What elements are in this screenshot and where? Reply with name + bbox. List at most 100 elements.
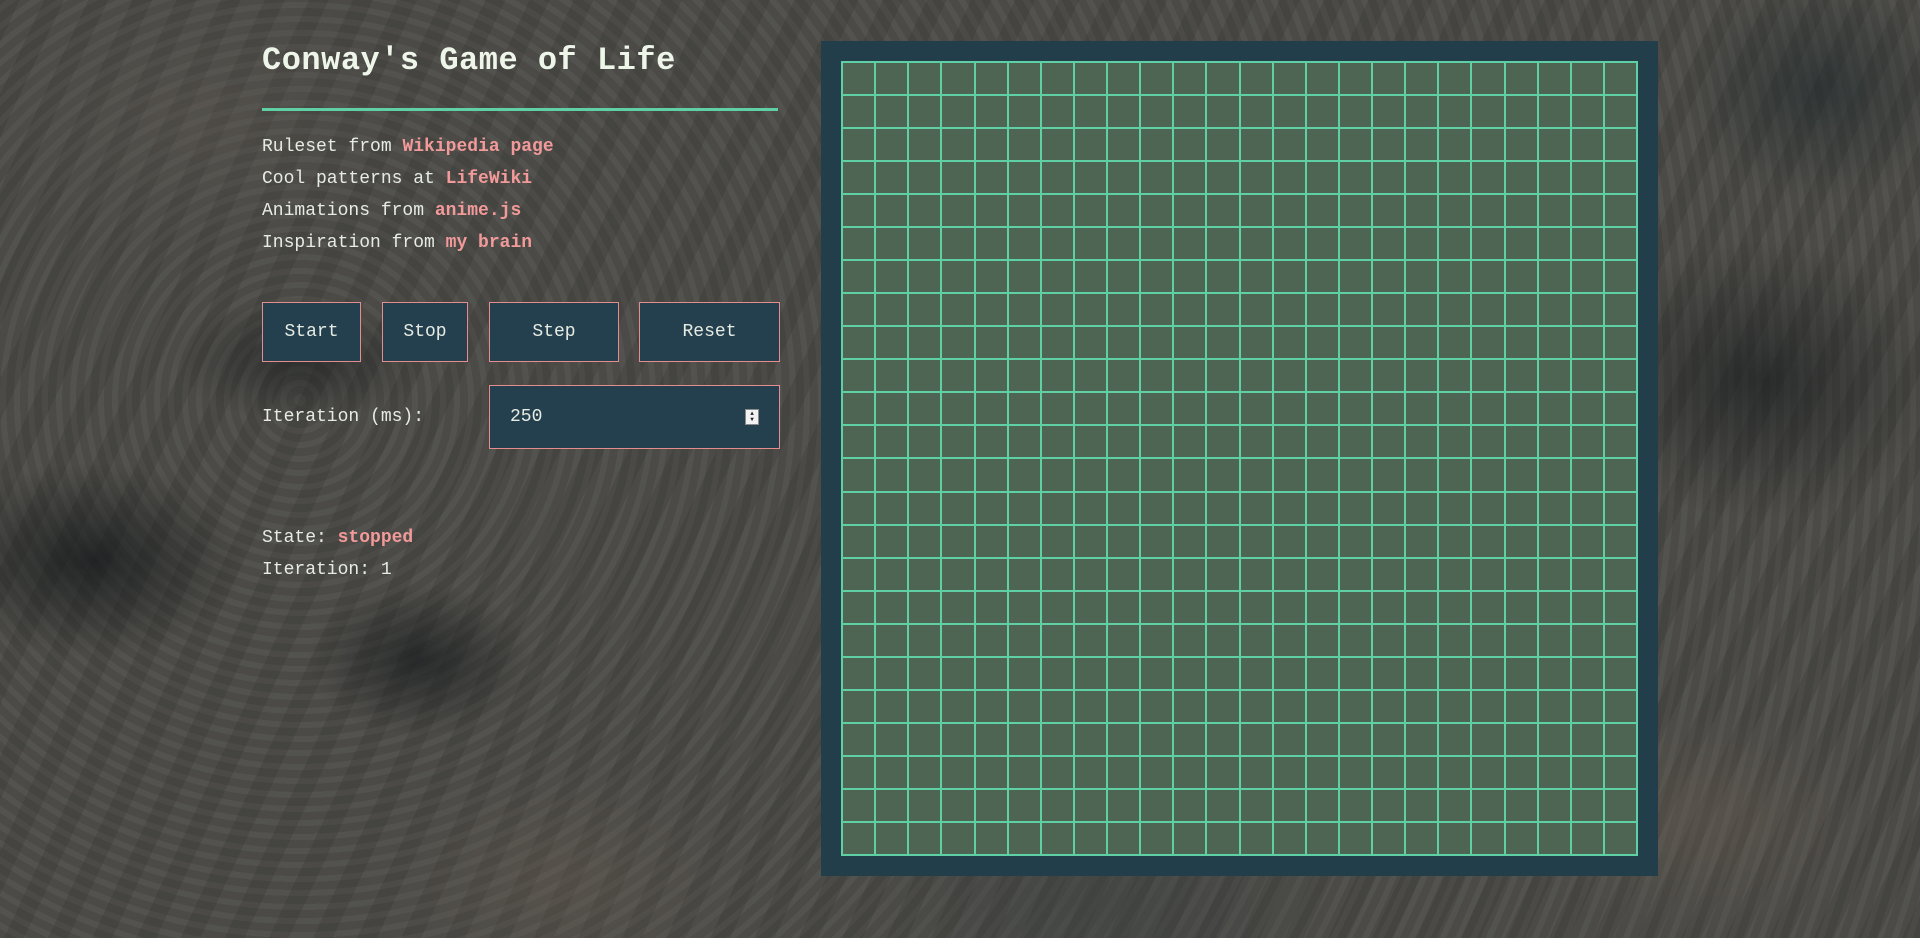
grid-cell[interactable] xyxy=(942,525,974,557)
grid-cell[interactable] xyxy=(843,558,875,590)
grid-cell[interactable] xyxy=(1141,492,1173,524)
grid-cell[interactable] xyxy=(843,195,875,227)
grid-cell[interactable] xyxy=(1174,756,1206,788)
grid-cell[interactable] xyxy=(1538,327,1570,359)
grid-cell[interactable] xyxy=(1074,129,1106,161)
grid-cell[interactable] xyxy=(1339,162,1371,194)
grid-cell[interactable] xyxy=(1306,459,1338,491)
grid-cell[interactable] xyxy=(975,591,1007,623)
grid-cell[interactable] xyxy=(1074,261,1106,293)
grid-cell[interactable] xyxy=(1571,294,1603,326)
grid-cell[interactable] xyxy=(1406,690,1438,722)
grid-cell[interactable] xyxy=(1505,294,1537,326)
grid-cell[interactable] xyxy=(1273,591,1305,623)
grid-cell[interactable] xyxy=(909,723,941,755)
grid-cell[interactable] xyxy=(876,756,908,788)
grid-cell[interactable] xyxy=(1273,459,1305,491)
grid-cell[interactable] xyxy=(1306,657,1338,689)
grid-cell[interactable] xyxy=(1373,789,1405,821)
grid-cell[interactable] xyxy=(1406,129,1438,161)
grid-cell[interactable] xyxy=(1108,327,1140,359)
grid-cell[interactable] xyxy=(1538,756,1570,788)
grid-cell[interactable] xyxy=(1373,195,1405,227)
grid-cell[interactable] xyxy=(1008,294,1040,326)
grid-cell[interactable] xyxy=(1472,558,1504,590)
grid-cell[interactable] xyxy=(1571,228,1603,260)
grid-cell[interactable] xyxy=(1008,591,1040,623)
grid-cell[interactable] xyxy=(1240,459,1272,491)
grid-cell[interactable] xyxy=(1108,261,1140,293)
grid-cell[interactable] xyxy=(1406,195,1438,227)
grid-cell[interactable] xyxy=(1074,657,1106,689)
grid-cell[interactable] xyxy=(1141,96,1173,128)
grid-cell[interactable] xyxy=(1273,789,1305,821)
grid-cell[interactable] xyxy=(1505,162,1537,194)
grid-cell[interactable] xyxy=(1373,525,1405,557)
grid-cell[interactable] xyxy=(1074,294,1106,326)
grid-cell[interactable] xyxy=(1074,195,1106,227)
grid-cell[interactable] xyxy=(876,657,908,689)
grid-cell[interactable] xyxy=(1207,426,1239,458)
grid-cell[interactable] xyxy=(1207,558,1239,590)
grid-cell[interactable] xyxy=(876,63,908,95)
grid-cell[interactable] xyxy=(843,63,875,95)
grid-cell[interactable] xyxy=(1571,63,1603,95)
grid-cell[interactable] xyxy=(876,195,908,227)
grid-cell[interactable] xyxy=(1339,822,1371,854)
grid-cell[interactable] xyxy=(1108,558,1140,590)
grid-cell[interactable] xyxy=(1571,459,1603,491)
grid-cell[interactable] xyxy=(1207,756,1239,788)
grid-cell[interactable] xyxy=(1008,162,1040,194)
grid-cell[interactable] xyxy=(909,789,941,821)
grid-cell[interactable] xyxy=(1439,624,1471,656)
grid-cell[interactable] xyxy=(1074,822,1106,854)
grid-cell[interactable] xyxy=(1571,690,1603,722)
grid-cell[interactable] xyxy=(1273,294,1305,326)
grid-cell[interactable] xyxy=(909,195,941,227)
grid-cell[interactable] xyxy=(843,690,875,722)
grid-cell[interactable] xyxy=(1339,294,1371,326)
grid-cell[interactable] xyxy=(1439,657,1471,689)
grid-cell[interactable] xyxy=(1074,525,1106,557)
grid-cell[interactable] xyxy=(1472,360,1504,392)
grid-cell[interactable] xyxy=(1306,63,1338,95)
grid-cell[interactable] xyxy=(1240,228,1272,260)
grid-cell[interactable] xyxy=(1538,393,1570,425)
grid-cell[interactable] xyxy=(1604,63,1636,95)
grid-cell[interactable] xyxy=(909,624,941,656)
grid-cell[interactable] xyxy=(1406,162,1438,194)
grid-cell[interactable] xyxy=(1472,327,1504,359)
grid-cell[interactable] xyxy=(1174,393,1206,425)
grid-cell[interactable] xyxy=(1108,426,1140,458)
grid-cell[interactable] xyxy=(1339,393,1371,425)
grid-cell[interactable] xyxy=(1273,525,1305,557)
grid-cell[interactable] xyxy=(1174,162,1206,194)
grid-cell[interactable] xyxy=(1571,624,1603,656)
grid-cell[interactable] xyxy=(876,294,908,326)
grid-cell[interactable] xyxy=(843,261,875,293)
grid-cell[interactable] xyxy=(1306,294,1338,326)
grid-cell[interactable] xyxy=(1141,624,1173,656)
grid-cell[interactable] xyxy=(876,129,908,161)
grid-cell[interactable] xyxy=(1207,822,1239,854)
grid-cell[interactable] xyxy=(942,591,974,623)
grid-cell[interactable] xyxy=(1505,492,1537,524)
grid-cell[interactable] xyxy=(1207,657,1239,689)
grid-cell[interactable] xyxy=(1041,426,1073,458)
grid-cell[interactable] xyxy=(1373,723,1405,755)
grid-cell[interactable] xyxy=(1439,261,1471,293)
grid-cell[interactable] xyxy=(1207,294,1239,326)
grid-cell[interactable] xyxy=(1538,228,1570,260)
grid-cell[interactable] xyxy=(1273,162,1305,194)
grid-cell[interactable] xyxy=(1240,162,1272,194)
grid-cell[interactable] xyxy=(942,426,974,458)
grid-cell[interactable] xyxy=(1472,294,1504,326)
grid-cell[interactable] xyxy=(1439,228,1471,260)
grid-cell[interactable] xyxy=(876,327,908,359)
grid-cell[interactable] xyxy=(1439,492,1471,524)
grid-cell[interactable] xyxy=(975,624,1007,656)
grid-cell[interactable] xyxy=(1604,558,1636,590)
grid-cell[interactable] xyxy=(942,789,974,821)
grid-cell[interactable] xyxy=(1108,657,1140,689)
grid-cell[interactable] xyxy=(1108,789,1140,821)
